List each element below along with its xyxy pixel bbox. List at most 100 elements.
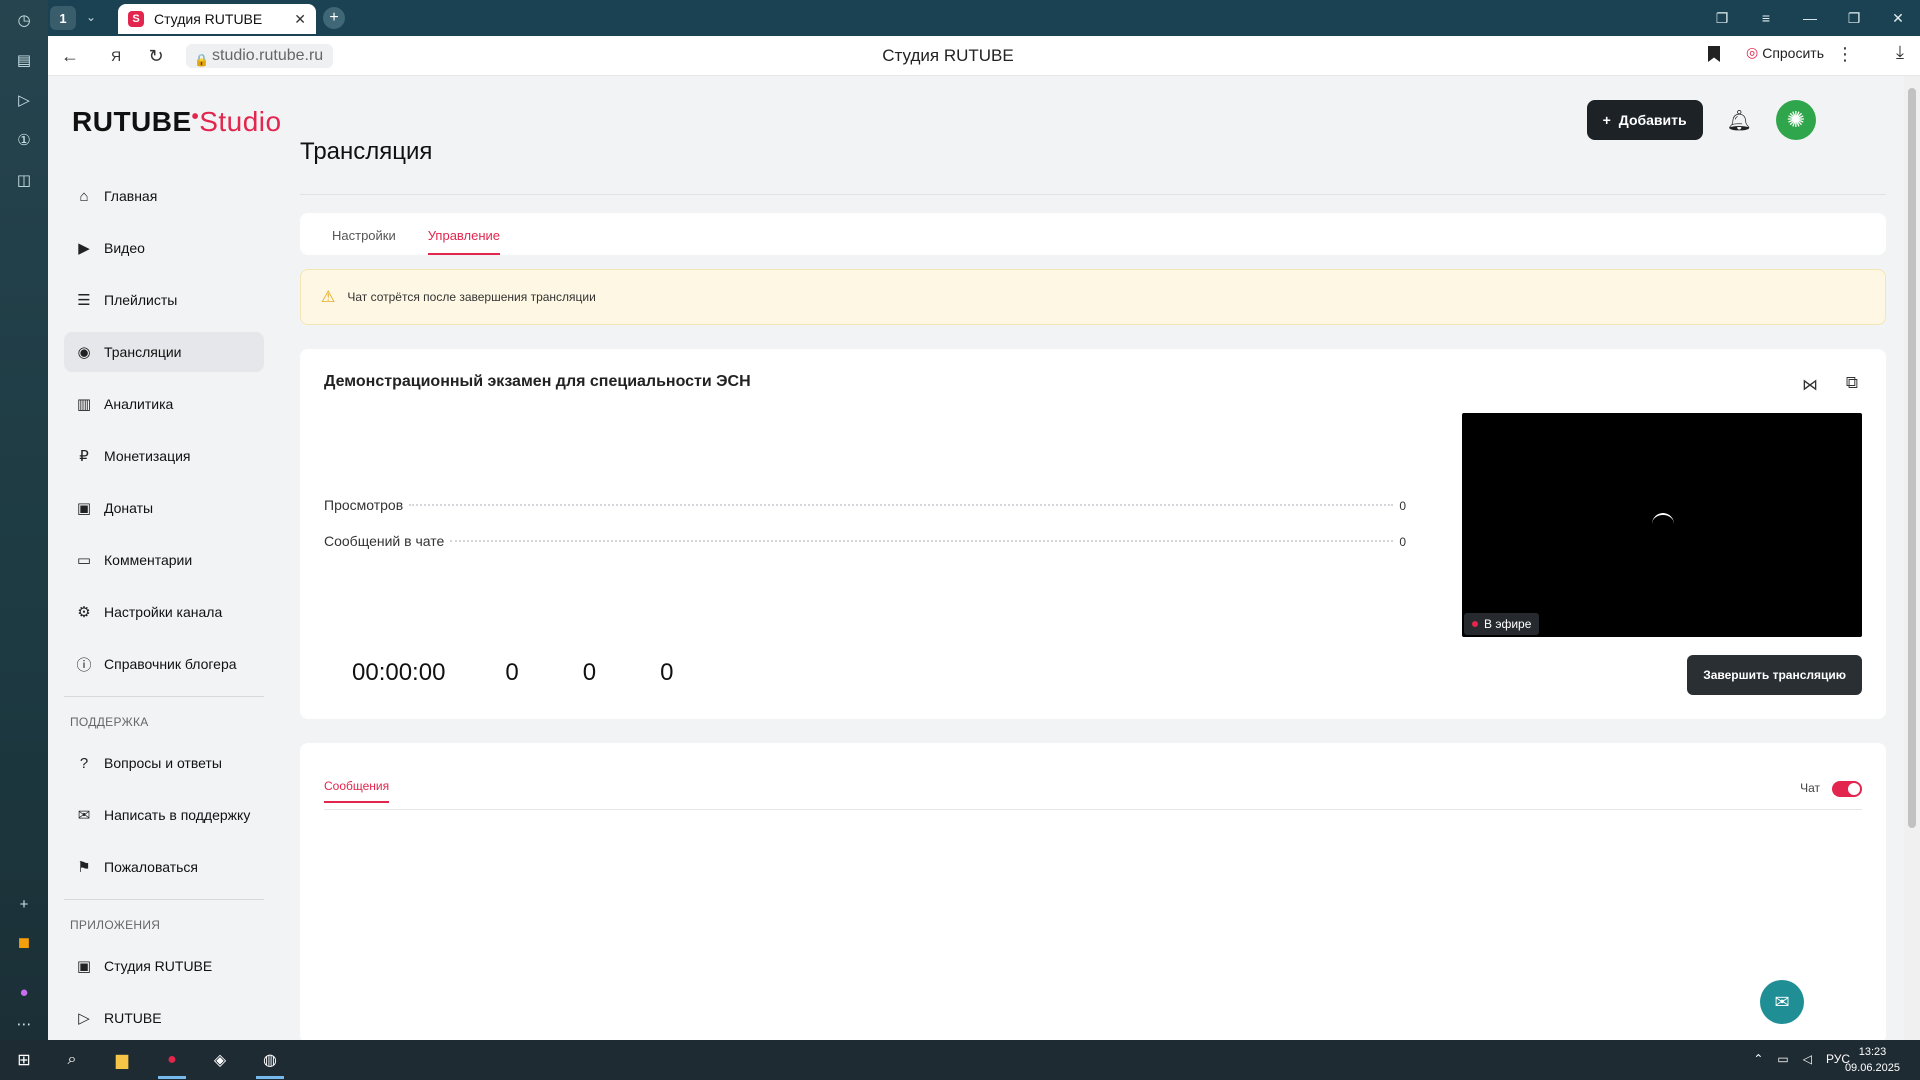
stat-value: 0 — [1399, 499, 1406, 513]
sidebar-item-rutube[interactable]: ▷ RUTUBE — [64, 998, 264, 1038]
add-button[interactable]: + Добавить — [1586, 100, 1703, 140]
new-tab-button[interactable]: + — [323, 7, 345, 29]
windows-start-icon[interactable]: ⊞ — [12, 1048, 36, 1072]
tab-messages[interactable]: Сообщения — [324, 779, 390, 803]
sidebar-item-home[interactable]: ⌂ Главная — [64, 176, 264, 216]
tab-title: Студия RUTUBE — [154, 11, 263, 27]
system-tray: ⌃ ▭ ◁ РУС — [1753, 1052, 1850, 1066]
tab-management[interactable]: Управление — [427, 228, 501, 255]
page-title: Трансляция — [300, 138, 433, 165]
sidebar-item-analytics[interactable]: ▥ Аналитика — [64, 384, 264, 424]
history-icon[interactable]: ◷ — [12, 8, 36, 32]
sidebar: ⌂ Главная ▶ Видео ☰ Плейлисты ◉ Трансляции ▥… — [64, 176, 264, 1040]
home-icon: ⌂ — [79, 187, 89, 205]
counter-value: 0 — [582, 659, 597, 686]
menu-icon[interactable]: ≡ — [1744, 0, 1788, 36]
stream-card: Демонстрационный экзамен для специальнос… — [300, 349, 1886, 719]
file-explorer-icon[interactable]: ▆ — [110, 1048, 134, 1072]
sidebar-item-blogger-guide[interactable]: ⓘ Справочник блогера — [64, 644, 264, 684]
support-chat-icon[interactable]: ✉ — [1760, 980, 1804, 1024]
mail-app-icon[interactable]: ◼ — [12, 930, 36, 954]
warning-text: Чат сотрётся после завершения трансляции — [347, 290, 596, 304]
external-link-icon[interactable]: ⧉ — [1846, 373, 1858, 393]
tab-counter[interactable]: 1 — [50, 6, 76, 30]
sidebar-item-studio-rutube[interactable]: ▣ Студия RUTUBE — [64, 946, 264, 986]
sidebar-item-donations[interactable]: ▣ Донаты — [64, 488, 264, 528]
collections-icon[interactable]: ▤ — [12, 48, 36, 72]
stream-preview[interactable]: В эфире — [1462, 413, 1862, 637]
sidebar-item-monetization[interactable]: ₽ Монетизация — [64, 436, 264, 476]
tab-one-icon[interactable]: ① — [12, 128, 36, 152]
sidebar-item-faq[interactable]: ? Вопросы и ответы — [64, 743, 264, 783]
broadcast-icon: ◉ — [77, 344, 91, 361]
main-content: Трансляция Настройки Управление ⚠ Чат со… — [300, 138, 1886, 1040]
play-icon[interactable]: ▷ — [12, 88, 36, 112]
sidebar-item-label: Трансляции — [104, 344, 182, 360]
page-title-center: Студия RUTUBE — [882, 46, 1014, 65]
network-icon[interactable]: ▭ — [1777, 1052, 1788, 1066]
chevron-down-icon[interactable]: ⌄ — [86, 10, 96, 24]
sidebar-item-label: Донаты — [104, 500, 154, 516]
sidebar-item-label: RUTUBE — [104, 1010, 162, 1026]
minimize-icon[interactable]: — — [1788, 0, 1832, 36]
stat-leader — [450, 540, 1394, 542]
sidebar-item-channel-settings[interactable]: ⚙ Настройки канала — [64, 592, 264, 632]
sidebar-item-broadcasts[interactable]: ◉ Трансляции — [64, 332, 264, 372]
chat-toggle[interactable] — [1832, 781, 1862, 797]
download-icon[interactable]: ⤓ — [1896, 42, 1904, 63]
live-badge: В эфире — [1464, 613, 1540, 635]
scroll-thumb[interactable] — [1908, 88, 1916, 828]
video-icon: ▶ — [78, 240, 90, 257]
sidebar-item-report[interactable]: ⚑ Пожаловаться — [64, 847, 264, 887]
close-icon[interactable]: ✕ — [294, 11, 306, 28]
window-controls: ❐ ≡ — ❐ ✕ — [1700, 0, 1920, 36]
sidebar-item-write-support[interactable]: ✉ Написать в поддержку — [64, 795, 264, 835]
rutube-studio-logo[interactable]: RUTUBE•Studio — [72, 106, 282, 138]
app-recorder-icon[interactable]: ◍ — [258, 1048, 282, 1072]
list-icon: ☰ — [77, 292, 91, 309]
sidebar-item-label: Написать в поддержку — [104, 807, 251, 823]
stat-leader — [409, 504, 1394, 506]
bookmarks-panel-icon[interactable]: ❐ — [1700, 0, 1744, 36]
tabs-bar: Настройки Управление — [300, 213, 1886, 255]
ruble-icon: ₽ — [79, 448, 89, 465]
chevron-up-icon[interactable]: ⌃ — [1753, 1052, 1763, 1066]
search-icon[interactable]: ⌕ — [60, 1048, 84, 1072]
clock-time: 13:23 — [1858, 1046, 1887, 1058]
end-stream-button[interactable]: Завершить трансляцию — [1687, 655, 1862, 695]
more-icon[interactable]: ⋯ — [12, 1012, 36, 1036]
rutube-icon: ▷ — [78, 1010, 90, 1027]
page-scrollbar[interactable] — [1904, 76, 1920, 1040]
chat-card: Сообщения Чат — [300, 743, 1886, 1040]
app-shield-icon[interactable]: ◈ — [208, 1048, 232, 1072]
stat-value: 0 — [1399, 535, 1406, 549]
bell-icon[interactable]: 🔔︎ — [1727, 108, 1752, 133]
ask-button[interactable]: ◎ Спросить — [1746, 44, 1824, 61]
sidebar-item-label: Настройки канала — [104, 604, 223, 620]
sidebar-item-label: Студия RUTUBE — [104, 958, 213, 974]
sidebar-item-comments[interactable]: ▭ Комментарии — [64, 540, 264, 580]
chat-divider — [324, 809, 1862, 810]
avatar[interactable]: ✺ — [1776, 100, 1816, 140]
alice-icon[interactable]: ● — [12, 980, 36, 1004]
sidebar-item-label: Справочник блогера — [104, 656, 237, 672]
sidebar-item-video[interactable]: ▶ Видео — [64, 228, 264, 268]
sidebar-item-label: Вопросы и ответы — [104, 755, 222, 771]
volume-icon[interactable]: ◁ — [1803, 1052, 1812, 1066]
share-icon[interactable]: ⋈ — [1802, 375, 1818, 395]
window-close-icon[interactable]: ✕ — [1876, 0, 1920, 36]
add-panel-icon[interactable]: + — [12, 892, 36, 916]
tab-settings[interactable]: Настройки — [332, 228, 396, 255]
yandex-browser-icon[interactable]: ● — [160, 1048, 184, 1072]
sidebar-item-playlists[interactable]: ☰ Плейлисты — [64, 280, 264, 320]
stat-chat-messages: Сообщений в чате 0 — [324, 533, 1406, 549]
restore-icon[interactable]: ❐ — [1832, 0, 1876, 36]
browser-tab[interactable]: S Студия RUTUBE ✕ — [118, 4, 316, 34]
clock[interactable]: 13:23 09.06.2025 — [1845, 1044, 1900, 1076]
flag-icon: ⚑ — [77, 859, 91, 876]
gear-icon: ⚙ — [77, 604, 91, 621]
ask-icon: ◎ — [1745, 44, 1759, 60]
screenshot-icon[interactable]: ◫ — [12, 168, 36, 192]
more-vertical-icon[interactable]: ⋮ — [1836, 44, 1854, 65]
sidebar-item-label: Главная — [104, 188, 158, 204]
